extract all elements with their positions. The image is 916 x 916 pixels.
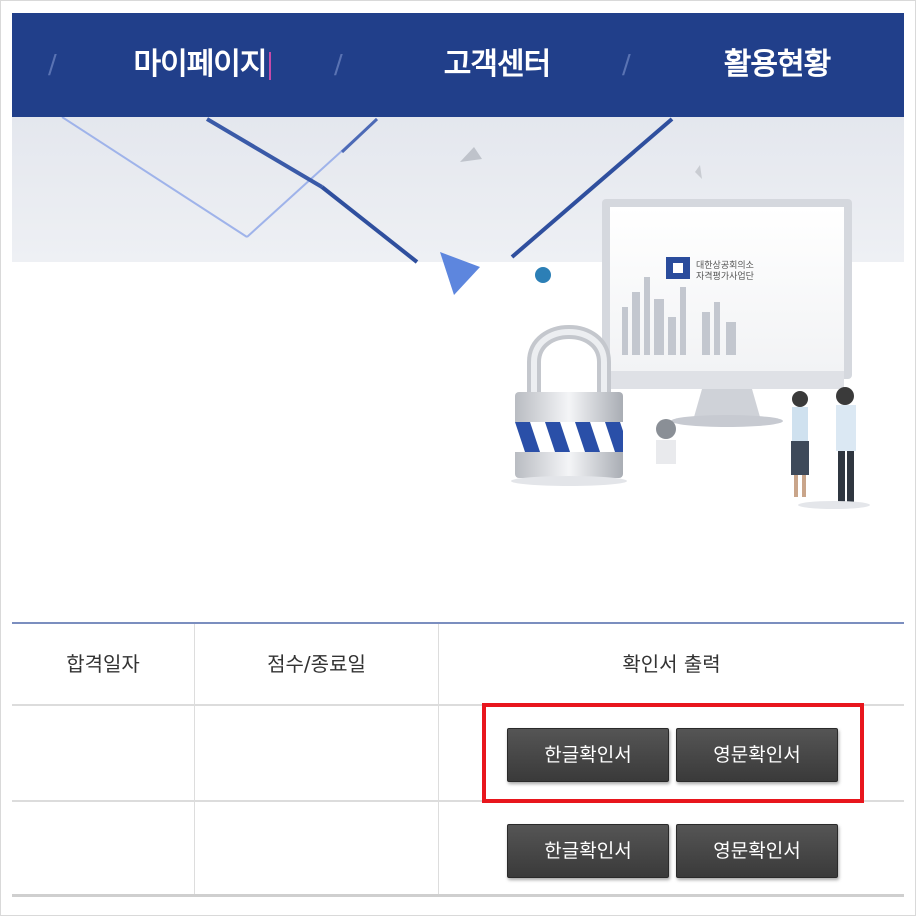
text-cursor xyxy=(268,51,271,80)
monitor-illustration: 대한상공회의소 자격평가사업단 xyxy=(602,199,852,427)
table-bottom-border xyxy=(12,894,904,897)
english-certificate-button[interactable]: 영문확인서 xyxy=(676,824,838,878)
logo-text-line1: 대한상공회의소 xyxy=(696,260,754,271)
nav-separator: / xyxy=(334,50,343,80)
top-navigation: / 마이페이지 / 고객센터 / 활용현황 xyxy=(12,13,904,117)
banner-graphic: 대한상공회의소 자격평가사업단 xyxy=(12,117,904,509)
nav-separator: / xyxy=(48,50,57,80)
header-pass-date: 합격일자 xyxy=(66,652,140,676)
banner-illustration: 대한상공회의소 자격평가사업단 xyxy=(12,117,904,622)
decor-dot xyxy=(535,267,551,283)
nav-separator: / xyxy=(622,50,631,80)
plant-icon xyxy=(656,419,676,464)
header-certificate-output: 확인서 출력 xyxy=(622,652,721,676)
nav-item-mypage-label: 마이페이지 xyxy=(133,47,268,82)
logo-text-line2: 자격평가사업단 xyxy=(696,270,754,282)
highlight-box xyxy=(482,703,864,803)
header-score-end-date: 점수/종료일 xyxy=(267,652,366,676)
nav-item-usage-status[interactable]: 활용현황 xyxy=(702,13,852,117)
nav-item-customer-center[interactable]: 고객센터 xyxy=(422,13,572,117)
nav-item-mypage[interactable]: 마이페이지 xyxy=(122,13,282,117)
people-illustration xyxy=(791,387,870,509)
korean-certificate-button[interactable]: 한글확인서 xyxy=(507,824,669,878)
